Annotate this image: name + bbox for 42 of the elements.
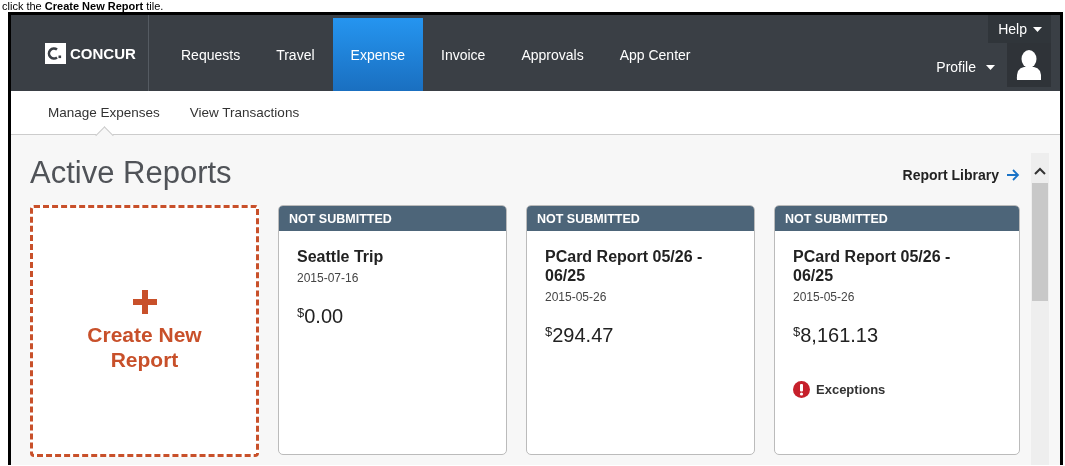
- nav-tab[interactable]: Requests: [163, 18, 259, 91]
- nav-tab[interactable]: App Center: [601, 18, 709, 91]
- nav-tab[interactable]: Invoice: [423, 18, 504, 91]
- arrow-right-icon: [1006, 169, 1020, 181]
- report-amount: $^{$}$0.00: [297, 305, 345, 329]
- create-report-label: Create New Report: [86, 321, 203, 373]
- report-name: PCard Report 05/26 - 06/25: [793, 247, 952, 286]
- report-amount: $^{$}$8,161.13: [793, 324, 880, 348]
- report-name: PCard Report 05/26 - 06/25: [545, 247, 704, 286]
- plus-icon: [132, 289, 157, 314]
- avatar-button[interactable]: [1007, 43, 1051, 87]
- report-date: 2015-05-26: [545, 290, 608, 305]
- report-date: 2015-07-16: [297, 271, 360, 286]
- scrollbar-thumb[interactable]: [1032, 183, 1048, 301]
- nav-tab[interactable]: Travel: [258, 18, 333, 91]
- alert-icon: [793, 381, 810, 399]
- instruction-text: click the Create New Report tile.: [2, 0, 164, 12]
- logo-text: CONCUR: [70, 44, 136, 62]
- page-title: Active Reports: [30, 155, 232, 191]
- caret-icon: [1033, 26, 1042, 32]
- scrollbar[interactable]: [1031, 153, 1049, 465]
- user-icon: [1015, 50, 1043, 80]
- status-header: NOT SUBMITTED: [279, 206, 506, 231]
- status-header: NOT SUBMITTED: [527, 206, 754, 231]
- create-report-tile[interactable]: Create New Report: [30, 205, 259, 457]
- profile-menu[interactable]: Profile: [936, 55, 995, 79]
- chevron-up-icon: [1034, 167, 1046, 175]
- logo-icon: [45, 42, 66, 64]
- nav-tab[interactable]: Expense: [332, 18, 424, 91]
- exceptions-label: Exceptions: [816, 382, 886, 398]
- report-card[interactable]: NOT SUBMITTED PCard Report 05/26 - 06/25 2015-05-26 $^{$}$294.47: [526, 205, 755, 455]
- subnav-tab[interactable]: View Transactions: [176, 91, 313, 134]
- help-menu[interactable]: Help: [988, 15, 1051, 43]
- report-library-link[interactable]: Report Library: [902, 167, 1020, 183]
- caret-icon: [986, 64, 995, 70]
- report-card[interactable]: NOT SUBMITTED PCard Report 05/26 - 06/25 2015-05-26 $^{$}$8,161.13 Exceptions: [774, 205, 1020, 455]
- report-name: Seattle Trip: [297, 247, 385, 267]
- status-header: NOT SUBMITTED: [775, 206, 1019, 231]
- nav-tab[interactable]: Approvals: [503, 18, 602, 91]
- report-date: 2015-05-26: [793, 290, 856, 305]
- report-amount: $^{$}$294.47: [545, 324, 615, 348]
- report-card[interactable]: NOT SUBMITTED Seattle Trip 2015-07-16 $^{$}$0.00: [278, 205, 507, 455]
